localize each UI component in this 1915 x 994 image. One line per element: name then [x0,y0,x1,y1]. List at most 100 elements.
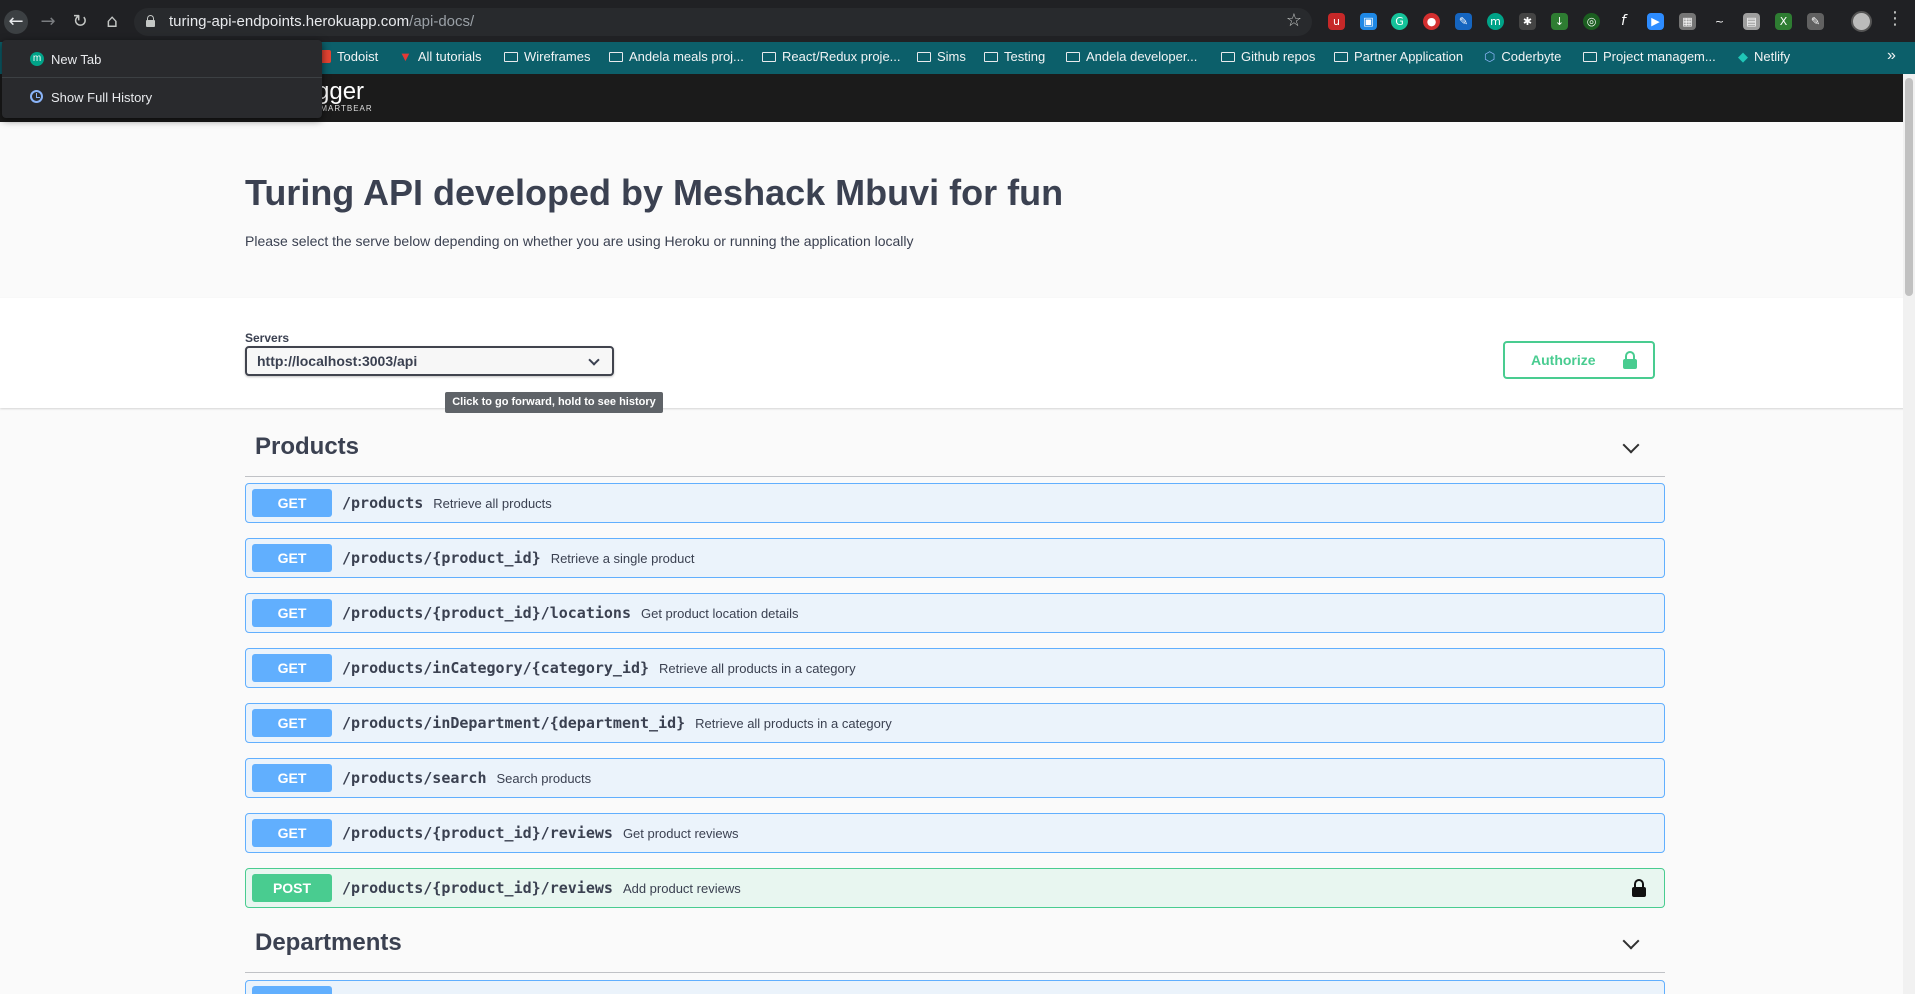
operation-get-products[interactable]: GET /products Retrieve all products [245,483,1665,523]
tutorials-icon: ▼ [399,49,412,64]
bookmark-label: Wireframes [524,49,591,64]
swagger-logo[interactable]: gger [316,78,364,106]
operation-path: /products/search Search products [342,769,591,787]
folder-icon [504,52,518,62]
folder-icon [917,52,931,62]
folder-icon [1066,52,1080,62]
extension-zoom-icon[interactable]: ▶ [1647,13,1664,30]
profile-avatar[interactable] [1851,11,1872,32]
bookmark-testing[interactable]: Testing [984,49,1045,64]
bookmark-label: Coderbyte [1501,49,1562,64]
path-text: /products/{product_id}/reviews [342,879,613,897]
operation-path: /products/{product_id}/reviews Get produc… [342,824,739,842]
operation-get-product-reviews[interactable]: GET /products/{product_id}/reviews Get pr… [245,813,1665,853]
bookmark-partner-application[interactable]: Partner Application [1334,49,1463,64]
operation-get-products-search[interactable]: GET /products/search Search products [245,758,1665,798]
bookmark-label: Sims [937,49,966,64]
operation-get-product-by-id[interactable]: GET /products/{product_id} Retrieve a sin… [245,538,1665,578]
extension-doc-icon[interactable]: ▤ [1743,13,1760,30]
bookmark-label: All tutorials [417,49,482,64]
operation-get-product-locations[interactable]: GET /products/{product_id}/locations Get … [245,593,1665,633]
bookmark-todoist[interactable]: Todoist [320,49,378,64]
lock-icon[interactable] [1632,879,1646,897]
extension-edit-icon[interactable]: ✎ [1807,13,1824,30]
bookmark-all-tutorials[interactable]: ▼ All tutorials [399,49,481,64]
back-arrow-icon[interactable]: ← [4,10,28,34]
extension-bug-icon[interactable]: ✱ [1519,13,1536,30]
folder-icon [984,52,998,62]
reload-icon[interactable]: ↻ [68,10,92,34]
extension-snip-icon[interactable]: ▣ [1360,13,1377,30]
bookmark-project-management[interactable]: Project managem... [1583,49,1716,64]
operation-summary: Retrieve all products in a category [659,661,856,676]
url-host: turing-api-endpoints.herokuapp.com [169,13,410,30]
server-select-value: http://localhost:3003/api [257,353,418,369]
method-badge: GET [252,654,332,682]
coderbyte-icon: ⬡ [1484,49,1496,64]
method-badge: GET [252,599,332,627]
chevron-down-icon[interactable] [1622,436,1640,454]
bookmark-wireframes[interactable]: Wireframes [504,49,590,64]
bookmark-star-icon[interactable]: ☆ [1286,10,1302,31]
bookmark-netlify[interactable]: ◆ Netlify [1738,49,1790,65]
lock-icon [146,15,155,27]
home-icon[interactable]: ⌂ [100,10,124,34]
operation-summary: Retrieve a single product [550,551,695,566]
bookmark-sims[interactable]: Sims [917,49,966,64]
bookmark-andela-developer[interactable]: Andela developer... [1066,49,1197,64]
page-description: Please select the serve below depending … [245,233,914,249]
extension-grammarly-icon[interactable]: G [1391,13,1408,30]
extension-m-icon[interactable]: m [1487,13,1504,30]
extension-download-icon[interactable]: ↓ [1551,13,1568,30]
menu-divider [2,77,322,78]
scrollbar[interactable] [1903,74,1915,994]
method-badge: GET [252,819,332,847]
m-favicon-icon: m [30,52,44,66]
operation-summary: Add product reviews [622,881,741,896]
bookmark-react-redux[interactable]: React/Redux proje... [762,49,901,64]
operation-path: /products/{product_id}/locations Get prod… [342,604,799,622]
browser-toolbar: ← → ↻ ⌂ turing-api-endpoints.herokuapp.c… [0,0,1915,42]
extension-pen-icon[interactable]: ✎ [1455,13,1472,30]
path-text: /products/{product_id}/reviews [342,824,613,842]
address-bar[interactable]: turing-api-endpoints.herokuapp.com/api-d… [134,8,1312,36]
operation-path: /products/inCategory/{category_id} Retrie… [342,659,856,677]
history-item-show-full-history[interactable]: Show Full History [2,80,322,114]
bookmark-andela-meals[interactable]: Andela meals proj... [609,49,744,64]
scrollbar-thumb[interactable] [1905,78,1913,296]
operation-get-products-in-category[interactable]: GET /products/inCategory/{category_id} Re… [245,648,1665,688]
extension-image-icon[interactable]: ▦ [1679,13,1696,30]
method-badge: GET [252,489,332,517]
bookmark-github-repos[interactable]: Github repos [1221,49,1315,64]
chevron-down-icon[interactable] [1622,932,1640,950]
forward-arrow-icon[interactable]: → [36,10,60,34]
extension-ublock-icon[interactable]: u [1328,13,1345,30]
authorize-button[interactable]: Authorize [1503,341,1655,379]
extension-target-icon[interactable]: ◎ [1583,13,1600,30]
server-select[interactable]: http://localhost:3003/api [245,346,614,376]
method-badge: GET [252,544,332,572]
extension-excel-icon[interactable]: X [1775,13,1792,30]
bookmark-label: Testing [1004,49,1046,64]
operation-summary: Get product location details [640,606,799,621]
menu-dots-icon[interactable]: ⋮ [1886,8,1904,29]
operation-partial[interactable] [245,980,1665,994]
operation-get-products-in-department[interactable]: GET /products/inDepartment/{department_i… [245,703,1665,743]
folder-icon [1334,52,1348,62]
bookmark-label: Github repos [1241,49,1316,64]
operation-summary: Retrieve all products [433,496,552,511]
bookmark-coderbyte[interactable]: ⬡ Coderbyte [1484,49,1561,65]
history-item-new-tab[interactable]: m New Tab [2,42,322,76]
extension-hands-icon[interactable]: ● [1423,13,1440,30]
bookmark-label: Project managem... [1603,49,1716,64]
method-badge: POST [252,874,332,902]
extension-function-icon[interactable]: f [1615,13,1632,30]
tag-products[interactable]: Products [245,421,1665,477]
operation-post-product-reviews[interactable]: POST /products/{product_id}/reviews Add p… [245,868,1665,908]
path-text: /products [342,494,424,512]
folder-icon [609,52,623,62]
tag-title: Departments [255,929,402,956]
bookmarks-overflow-button[interactable]: » [1887,47,1896,65]
tag-departments[interactable]: Departments [245,917,1665,973]
extension-wave-icon[interactable]: ~ [1711,13,1728,30]
